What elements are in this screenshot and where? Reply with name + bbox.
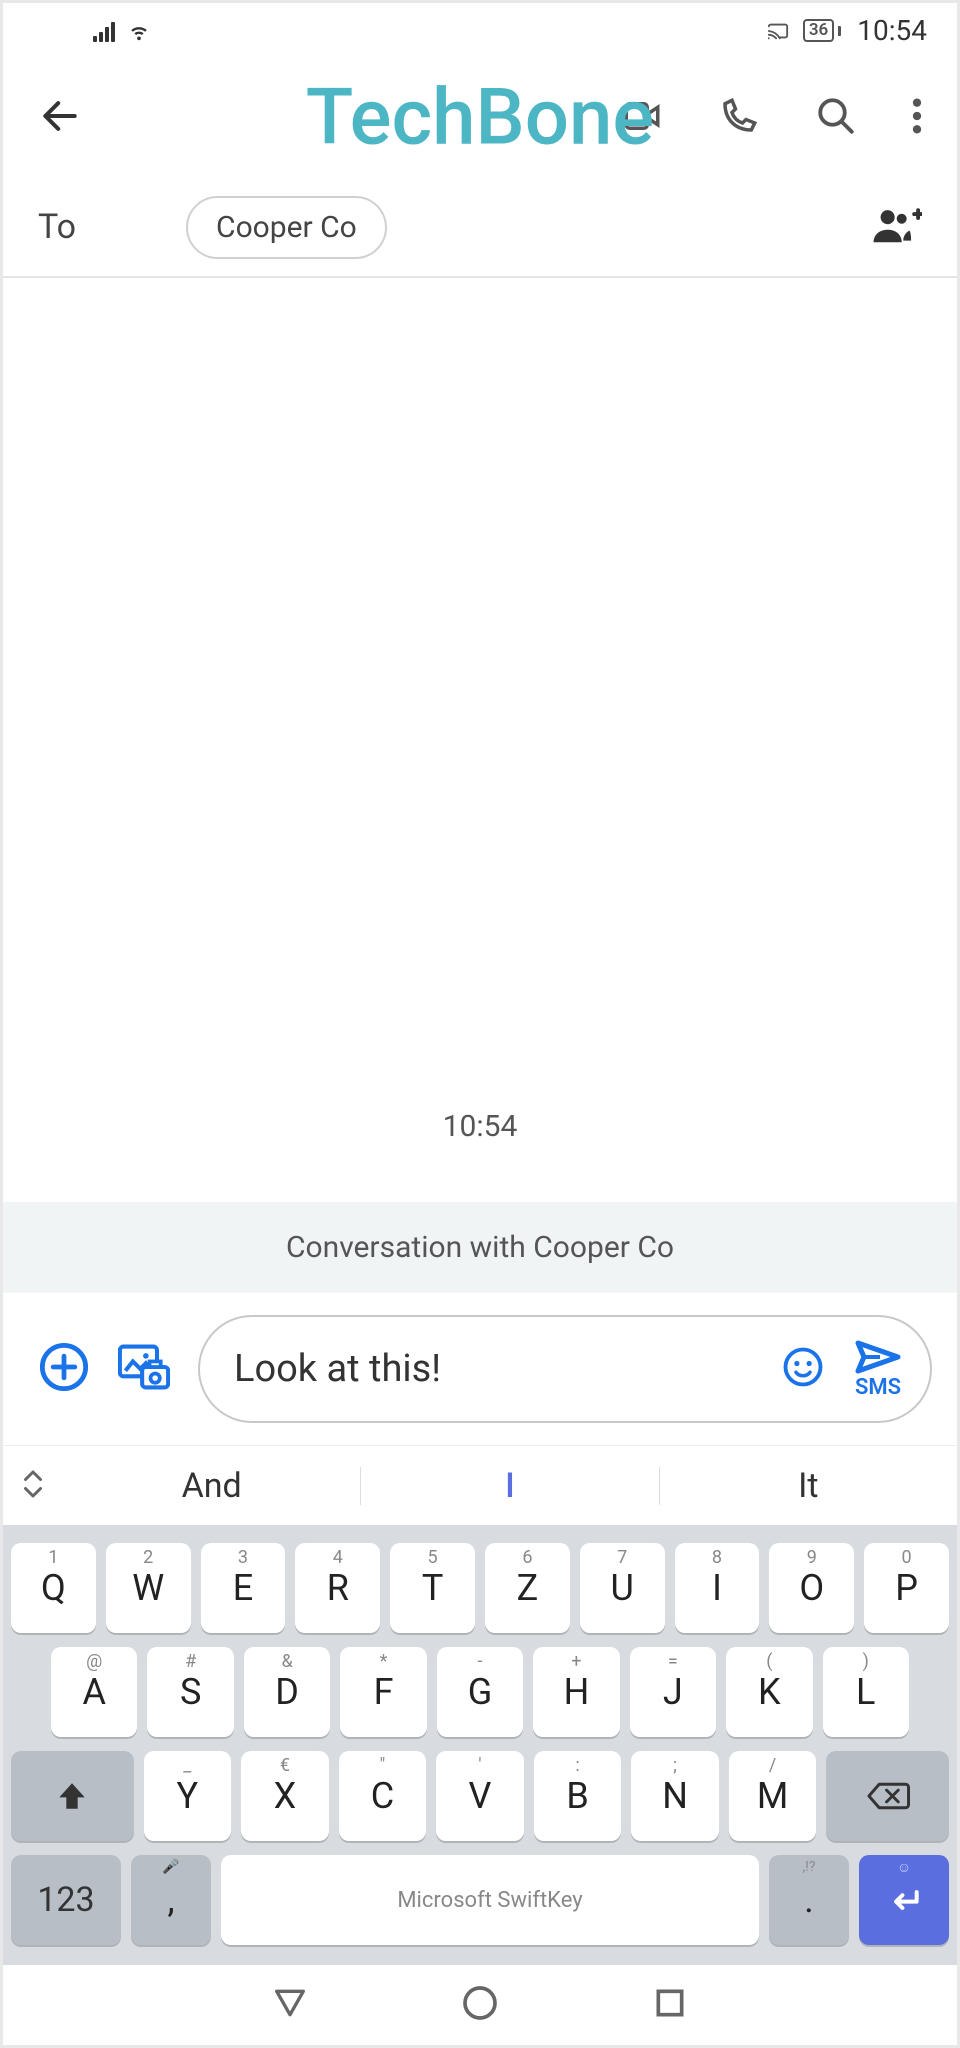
kb-row-1: 1Q2W3E4R5T6Z7U8I9O0P <box>11 1543 949 1633</box>
search-button[interactable] <box>815 95 857 141</box>
compose-text: Look at this! <box>234 1347 782 1391</box>
space-key[interactable]: Microsoft SwiftKey <box>221 1855 759 1945</box>
suggestion-mid[interactable]: I <box>361 1466 658 1506</box>
expand-suggestions-button[interactable] <box>3 1466 63 1506</box>
key-e[interactable]: 3E <box>201 1543 286 1633</box>
back-button[interactable] <box>38 94 82 142</box>
battery-icon: 36 <box>803 19 834 42</box>
contact-chip[interactable]: Cooper Co <box>186 196 387 259</box>
app-bar: TechBone <box>3 58 957 178</box>
numeric-key[interactable]: 123 <box>11 1855 121 1945</box>
key-j[interactable]: =J <box>630 1647 716 1737</box>
kb-row-4: 123 🎤 , Microsoft SwiftKey ,!? . ☺ <box>11 1855 949 1945</box>
conversation-banner: Conversation with Cooper Co <box>3 1202 957 1293</box>
key-p[interactable]: 0P <box>864 1543 949 1633</box>
key-q[interactable]: 1Q <box>11 1543 96 1633</box>
key-y[interactable]: _Y <box>144 1751 232 1841</box>
status-time: 10:54 <box>857 14 927 47</box>
wifi-icon <box>125 20 153 42</box>
key-w[interactable]: 2W <box>106 1543 191 1633</box>
emoji-button[interactable] <box>782 1346 824 1392</box>
enter-key[interactable]: ☺ <box>859 1855 949 1945</box>
send-label: SMS <box>855 1377 901 1399</box>
more-menu-button[interactable] <box>912 95 922 141</box>
suggestion-right[interactable]: It <box>660 1466 957 1506</box>
key-s[interactable]: #S <box>147 1647 233 1737</box>
video-call-button[interactable] <box>621 95 663 141</box>
compose-input[interactable]: Look at this! SMS <box>198 1315 932 1423</box>
keyboard: 1Q2W3E4R5T6Z7U8I9O0P @A#S&D*F-G+H=J(K)L … <box>3 1525 957 1965</box>
key-n[interactable]: ;N <box>631 1751 719 1841</box>
status-bar: 36 10:54 <box>3 3 957 58</box>
key-l[interactable]: )L <box>823 1647 909 1737</box>
send-button[interactable]: SMS <box>852 1339 904 1399</box>
key-h[interactable]: +H <box>533 1647 619 1737</box>
key-m[interactable]: /M <box>729 1751 817 1841</box>
message-timestamp: 10:54 <box>3 1109 957 1144</box>
key-k[interactable]: (K <box>726 1647 812 1737</box>
key-f[interactable]: *F <box>340 1647 426 1737</box>
key-t[interactable]: 5T <box>390 1543 475 1633</box>
recipient-row: To Cooper Co <box>3 178 957 278</box>
key-u[interactable]: 7U <box>580 1543 665 1633</box>
shift-key[interactable] <box>11 1751 134 1841</box>
backspace-key[interactable] <box>826 1751 949 1841</box>
watermark-text: TechBone <box>306 73 654 164</box>
key-b[interactable]: :B <box>534 1751 622 1841</box>
key-v[interactable]: 'V <box>436 1751 524 1841</box>
key-r[interactable]: 4R <box>295 1543 380 1633</box>
add-recipient-button[interactable] <box>872 206 922 248</box>
suggestion-strip: And I It <box>3 1445 957 1525</box>
kb-row-2: @A#S&D*F-G+H=J(K)L <box>11 1647 949 1737</box>
suggestion-left[interactable]: And <box>63 1466 360 1506</box>
voice-call-button[interactable] <box>718 95 760 141</box>
key-g[interactable]: -G <box>437 1647 523 1737</box>
gallery-camera-button[interactable] <box>118 1341 170 1397</box>
key-o[interactable]: 9O <box>769 1543 854 1633</box>
key-z[interactable]: 6Z <box>485 1543 570 1633</box>
comma-key[interactable]: 🎤 , <box>131 1855 211 1945</box>
period-key[interactable]: ,!? . <box>769 1855 849 1945</box>
key-a[interactable]: @A <box>51 1647 137 1737</box>
compose-row: Look at this! SMS <box>3 1293 957 1445</box>
key-x[interactable]: €X <box>241 1751 329 1841</box>
to-label: To <box>38 207 76 247</box>
message-area: 10:54 Conversation with Cooper Co <box>3 278 957 1293</box>
nav-recents-button[interactable] <box>650 1983 690 2027</box>
signal-icon <box>93 20 115 42</box>
cast-icon <box>765 20 791 42</box>
key-i[interactable]: 8I <box>675 1543 760 1633</box>
nav-back-button[interactable] <box>270 1983 310 2027</box>
key-c[interactable]: "C <box>339 1751 427 1841</box>
key-d[interactable]: &D <box>244 1647 330 1737</box>
navigation-bar <box>3 1965 957 2045</box>
add-attachment-button[interactable] <box>38 1341 90 1397</box>
nav-home-button[interactable] <box>460 1983 500 2027</box>
kb-row-3: _Y€X"C'V:B;N/M <box>11 1751 949 1841</box>
